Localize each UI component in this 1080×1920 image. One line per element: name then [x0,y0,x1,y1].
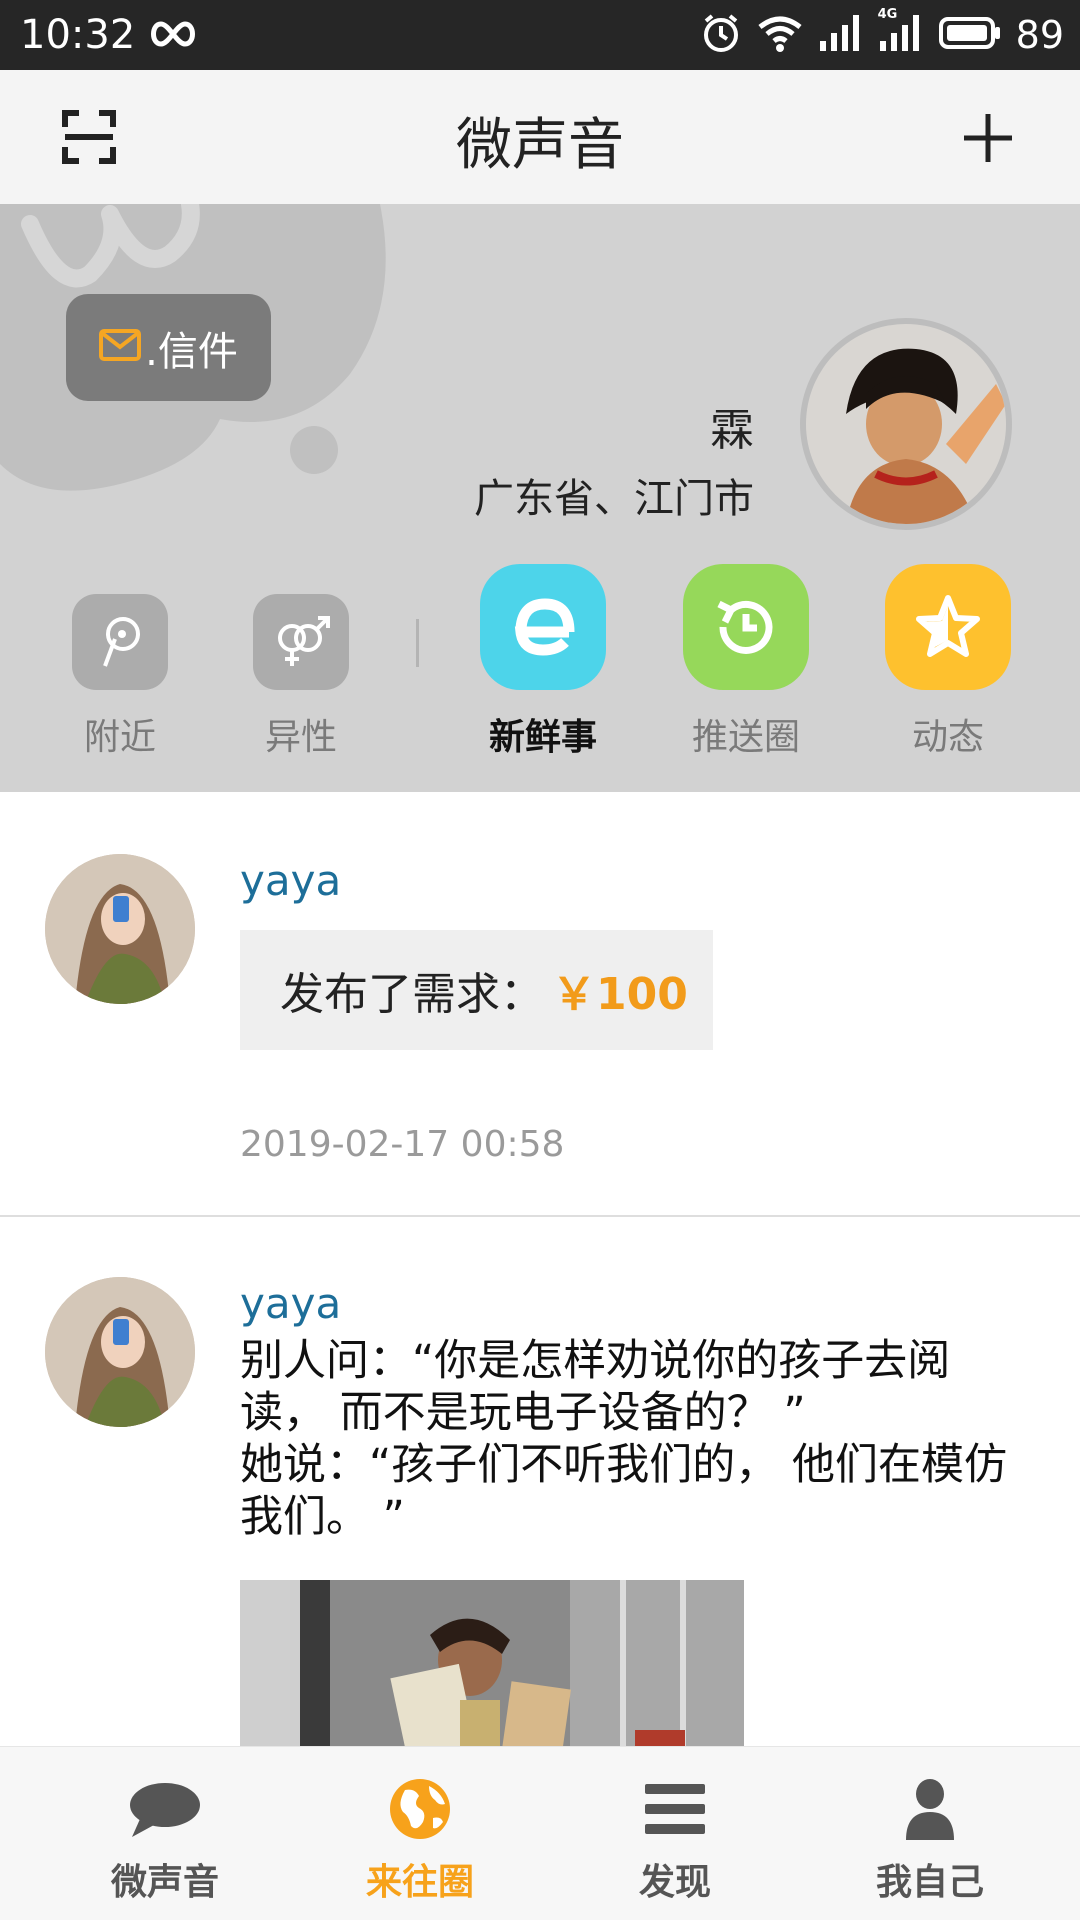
shortcut-moments[interactable]: 动态 [885,564,1011,760]
post-timestamp: 2019-02-17 00:58 [240,1124,565,1165]
user-avatar[interactable] [45,854,195,1004]
post-username[interactable]: yaya [240,856,341,905]
request-amount: ￥100 [552,969,688,1020]
shortcut-divider [416,619,419,667]
nav-item-circle[interactable]: 来往圈 [285,1747,555,1920]
request-label: 发布了需求： [280,969,544,1020]
request-card[interactable]: 发布了需求： ￥100 [240,930,713,1050]
nearby-icon [72,594,168,690]
post-text-line: 读， 而不是玩电子设备的？ ” [240,1388,806,1438]
mail-icon [99,325,142,371]
shortcut-news[interactable]: 新鲜事 [480,564,606,760]
nav-label: 我自己 [875,1862,984,1903]
chat-icon [30,1777,300,1841]
network-type: 4G [877,7,898,22]
nav-item-me[interactable]: 我自己 [795,1747,1065,1920]
nav-item-voice[interactable]: 微声音 [30,1747,300,1920]
feed-item[interactable]: yaya 别人问：“你是怎样劝说你的孩子去阅 读， 而不是玩电子设备的？ ” 她… [0,1217,1080,1746]
page-title: 微声音 [456,113,624,178]
user-avatar[interactable] [45,1277,195,1427]
globe-icon [285,1777,555,1841]
nav-item-discover[interactable]: 发现 [540,1747,810,1920]
post-text-line: 我们。 ” [240,1492,405,1542]
nav-label: 发现 [638,1862,711,1903]
bottom-nav: 微声音 来往圈 发现 我自己 [0,1746,1080,1920]
shortcut-push-circle[interactable]: 推送圈 [683,564,809,760]
feed-item[interactable]: yaya 发布了需求： ￥100 2019-02-17 00:58 [0,792,1080,1216]
alarm-icon [700,12,742,58]
profile-location: 广东省、江门市 [474,476,754,522]
post-image[interactable] [240,1580,744,1746]
post-text-line: 别人问：“你是怎样劝说你的孩子去阅 [240,1336,951,1386]
profile-avatar[interactable] [800,318,1012,530]
battery-level: 89 [1015,13,1064,57]
nav-label: 来往圈 [365,1862,474,1903]
person-icon [795,1777,1065,1841]
mail-button[interactable]: .信件 [66,294,271,401]
shortcut-label: 异性 [264,717,337,758]
post-text-line: 她说：“孩子们不听我们的， 他们在模仿 [240,1440,1007,1490]
status-icons: 4G 89 [700,7,1064,62]
feed-list[interactable]: yaya 发布了需求： ￥100 2019-02-17 00:58 yaya 别… [0,792,1080,1746]
infinity-icon [148,14,198,58]
star-icon [885,564,1011,690]
status-time: 10:32 [20,12,136,58]
battery-icon [938,15,1002,55]
post-username[interactable]: yaya [240,1279,341,1328]
plus-icon[interactable] [960,110,1016,170]
shortcut-label: 推送圈 [691,717,800,758]
news-icon [480,564,606,690]
push-icon [683,564,809,690]
app-header: 微声音 [0,70,1080,204]
post-text: 别人问：“你是怎样劝说你的孩子去阅 读， 而不是玩电子设备的？ ” 她说：“孩子… [240,1335,1040,1543]
shortcut-nearby[interactable]: 附近 [72,594,168,760]
shortcut-opposite-sex[interactable]: 异性 [253,594,349,760]
wifi-icon [756,13,804,57]
shortcut-label: 新鲜事 [488,717,597,758]
signal-icon [818,13,864,57]
status-bar: 10:32 4G 89 [0,0,1080,70]
shortcut-label: 附近 [83,717,156,758]
menu-icon [540,1777,810,1841]
nav-label: 微声音 [110,1862,219,1903]
gender-icon [253,594,349,690]
profile-banner: .信件 霖 广东省、江门市 附近 异性 新鲜事 推送圈 动态 [0,204,1080,792]
mail-label: .信件 [145,328,238,375]
profile-name: 霖 [710,405,754,456]
signal-4g-icon: 4G [878,7,924,57]
shortcut-label: 动态 [911,717,984,758]
